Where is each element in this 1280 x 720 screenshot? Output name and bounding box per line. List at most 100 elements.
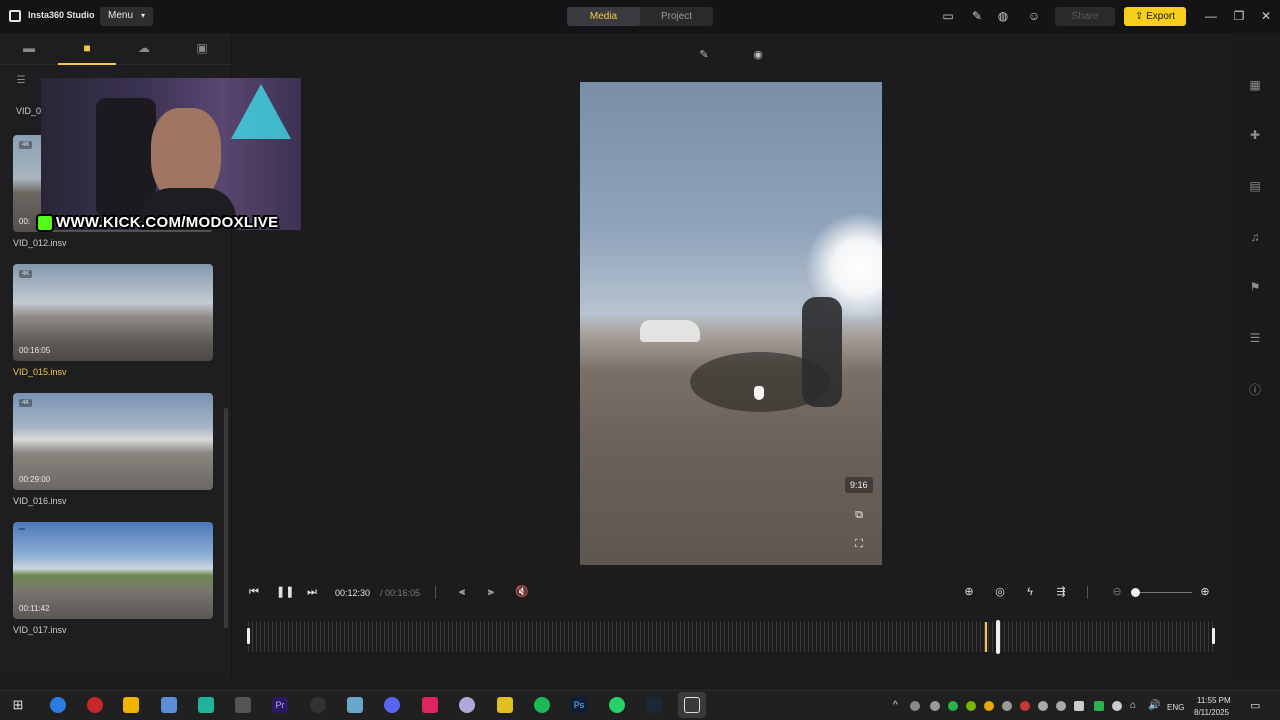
skip-forward-icon[interactable]: ⏭ [305, 585, 319, 599]
divider [1087, 586, 1088, 599]
add-keyframe-icon[interactable]: ⊕ [962, 585, 976, 599]
layout-icon[interactable]: ▭ [941, 9, 955, 23]
clock-time[interactable]: 11:55 PM [1197, 696, 1231, 705]
trim-out-icon[interactable]: ⫸ [484, 585, 498, 599]
clip-badge [19, 528, 25, 530]
spotify-icon[interactable] [534, 697, 550, 713]
eye-icon[interactable]: ◉ [751, 48, 765, 62]
obs-icon[interactable] [310, 697, 326, 713]
clip-duration: 00:29:00 [19, 475, 51, 484]
sort-icon[interactable]: ☰ [13, 74, 29, 88]
app-icon[interactable] [497, 697, 513, 713]
zoom-slider[interactable] [1135, 592, 1192, 593]
reframe-icon[interactable]: ⧉ [851, 507, 867, 523]
clip-item[interactable]: 00:11:42 VID_017.insv [13, 522, 213, 635]
tray-chevron-icon[interactable]: ^ [893, 700, 898, 711]
language-indicator[interactable]: ENG [1167, 703, 1184, 712]
mute-icon[interactable]: 🔇 [515, 585, 529, 599]
clip-badge: 4K [19, 399, 33, 407]
photoshop-icon[interactable]: Ps [571, 697, 587, 713]
audio-icon[interactable]: ♫ [1247, 229, 1263, 245]
cloud-icon[interactable]: ☁ [136, 41, 152, 55]
tray-icon[interactable] [1038, 701, 1048, 711]
playhead[interactable] [996, 620, 1000, 654]
share-button[interactable]: Share [1055, 7, 1115, 26]
clock-date[interactable]: 8/11/2025 [1194, 708, 1229, 717]
pause-icon[interactable]: ❚❚ [276, 585, 294, 599]
flash-icon[interactable]: ϟ [1023, 585, 1037, 599]
whatsapp-icon[interactable] [609, 697, 625, 713]
start-icon[interactable]: ⊞ [10, 697, 26, 713]
insta360-icon[interactable] [684, 697, 700, 713]
total-time: / 00:16:05 [380, 588, 421, 598]
chrome-icon[interactable] [50, 697, 66, 713]
trim-in-icon[interactable]: ⫷ [455, 585, 469, 599]
explorer-icon[interactable] [123, 697, 139, 713]
car [640, 320, 700, 342]
notifications-icon[interactable]: ▭ [1250, 699, 1260, 712]
stamp-icon[interactable]: ⚑ [1247, 279, 1263, 295]
clip-name: VID_017.insv [13, 625, 67, 635]
tray-icon[interactable] [984, 701, 994, 711]
tray-icon[interactable] [910, 701, 920, 711]
close-icon[interactable]: ✕ [1259, 9, 1273, 23]
fullscreen-icon[interactable]: ⛶ [851, 536, 867, 552]
clip-item[interactable]: 4K 00:16:05 VID_015.insv [13, 264, 213, 377]
tab-media[interactable]: Media [567, 7, 640, 26]
account-icon[interactable]: ☺ [1027, 9, 1041, 23]
webcam-overlay [41, 78, 301, 230]
sidebar-scrollbar[interactable] [224, 408, 228, 628]
layers-icon[interactable]: ☰ [1247, 330, 1263, 346]
minimize-icon[interactable]: — [1204, 9, 1218, 23]
info-icon[interactable]: ⓘ [1247, 382, 1263, 398]
timeline-end-handle[interactable] [1212, 628, 1215, 644]
camera-icon[interactable]: ▦ [1247, 77, 1263, 93]
tray-icon[interactable] [1002, 701, 1012, 711]
timeline-track[interactable] [248, 622, 1214, 652]
menu-label: Menu [108, 10, 134, 21]
restore-icon[interactable]: ❐ [1232, 9, 1246, 23]
export-button[interactable]: ⇪ Export [1124, 7, 1186, 26]
app-icon[interactable] [235, 697, 251, 713]
plugin-icon[interactable]: ✚ [1247, 127, 1263, 143]
clip-item[interactable]: 4K 00:29:00 VID_016.insv [13, 393, 213, 506]
network-icon[interactable]: ⌂ [1130, 700, 1136, 711]
menu-button[interactable]: Menu ▾ [100, 7, 153, 26]
skip-back-icon[interactable]: ⏮ [247, 585, 261, 599]
track-icon[interactable]: ◎ [993, 585, 1007, 599]
zoom-slider-handle[interactable] [1131, 588, 1140, 597]
notes-icon[interactable]: ✎ [970, 9, 984, 23]
video-preview[interactable]: 9:16 ⧉ ⛶ [580, 82, 882, 565]
zoom-in-icon[interactable]: ⊕ [1198, 585, 1212, 599]
tray-icon[interactable] [948, 701, 958, 711]
app-icon[interactable] [459, 697, 475, 713]
import-icon[interactable]: ▣ [194, 41, 210, 55]
tab-project[interactable]: Project [640, 7, 713, 26]
app-icon[interactable] [347, 697, 363, 713]
steam-icon[interactable] [646, 697, 662, 713]
tiktok-icon[interactable] [422, 697, 438, 713]
effects-icon[interactable]: ▤ [1247, 178, 1263, 194]
store-icon[interactable] [161, 697, 177, 713]
aspect-ratio-button[interactable]: 9:16 [845, 477, 873, 493]
speed-icon[interactable]: ⇶ [1054, 585, 1068, 599]
folder-icon[interactable]: ■ [79, 41, 95, 55]
premiere-icon[interactable]: Pr [272, 697, 288, 713]
device-icon[interactable]: ▬ [21, 41, 37, 55]
mic-icon[interactable] [1112, 701, 1122, 711]
app-icon[interactable] [198, 697, 214, 713]
tray-icon[interactable] [1056, 701, 1066, 711]
timeline-start-handle[interactable] [247, 628, 250, 644]
divider [435, 586, 436, 599]
edit-icon[interactable]: ✎ [697, 48, 711, 62]
tray-icon[interactable] [966, 701, 976, 711]
zoom-out-icon[interactable]: ⊖ [1110, 585, 1124, 599]
help-icon[interactable]: ◍ [996, 9, 1010, 23]
volume-icon[interactable]: 🔊 [1148, 700, 1160, 711]
tray-icon[interactable] [1094, 701, 1104, 711]
tray-icon[interactable] [930, 701, 940, 711]
opera-icon[interactable] [87, 697, 103, 713]
tray-icon[interactable] [1020, 701, 1030, 711]
battery-icon[interactable] [1074, 701, 1084, 711]
discord-icon[interactable] [384, 697, 400, 713]
